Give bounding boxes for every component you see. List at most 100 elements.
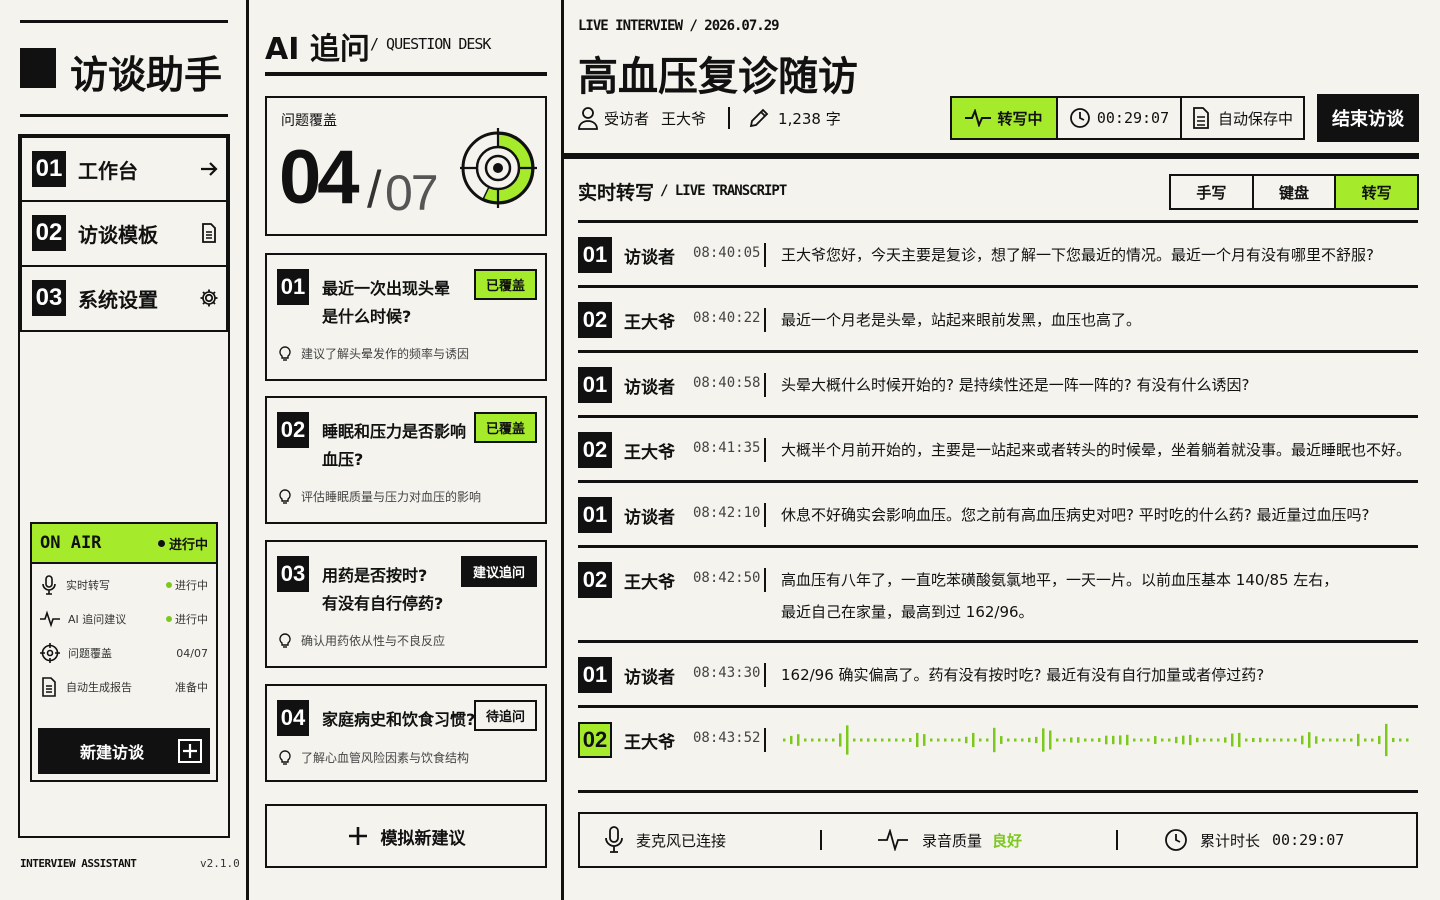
coverage-total: 07 [385, 165, 439, 221]
waveform-bar [832, 738, 835, 742]
on-air-title: ON AIR [40, 533, 102, 553]
transcript-row[interactable]: 01 访谈者 08:40:58 头晕大概什么时候开始的? 是持续性还是一阵一阵的… [578, 353, 1418, 418]
status-badge: 待追问 [473, 700, 537, 731]
speaker-number: 01 [578, 657, 612, 693]
waveform-bar [1399, 738, 1402, 742]
page-title: 高血压复诊随访 [578, 54, 858, 100]
nav-number: 02 [32, 215, 66, 251]
nav-label: 访谈模板 [78, 222, 158, 247]
new-interview-button[interactable]: 新建访谈 [38, 728, 210, 774]
waveform-bar [1063, 738, 1066, 742]
on-air-row-value: 准备中 [175, 681, 208, 694]
document-icon [40, 677, 58, 697]
waveform-bar [958, 738, 961, 742]
speaker-number: 02 [578, 302, 612, 338]
quality-value: 良好 [992, 831, 1023, 850]
waveform-bar [804, 738, 807, 742]
pencil-icon [748, 107, 770, 129]
total-duration: 累计时长 00:29:07 [1118, 828, 1416, 852]
question-title: 家庭病史和饮食习惯? [322, 710, 476, 729]
question-card[interactable]: 03 用药是否按时? 有没有自行停药? 建议追问 确认用药依从性与不良反应 [265, 540, 547, 668]
version-label: v2.1.0 [200, 857, 240, 870]
divider [20, 114, 228, 117]
utterance-text: 头晕大概什么时候开始的? 是持续性还是一阵一阵的? 有没有什么诱因? [781, 376, 1250, 394]
waveform-bar [783, 738, 786, 742]
tab-keyboard[interactable]: 键盘 [1254, 176, 1337, 208]
transcript-title: 实时转写 [578, 182, 655, 204]
on-air-row-value: 进行中 [175, 613, 208, 626]
coverage-separator: / [367, 161, 382, 219]
mode-switcher: 手写 键盘 转写 [1169, 174, 1419, 210]
question-desk-subtitle: / QUESTION DESK [370, 35, 491, 53]
transcript-row[interactable]: 02 王大爷 08:42:50 高血压有八年了，一直吃苯磺酸氨氯地平，一天一片。… [578, 548, 1418, 643]
live-waveform [781, 722, 1413, 758]
question-card[interactable]: 04 家庭病史和饮食习惯? 待追问 了解心血管风险因素与饮食结构 [265, 684, 547, 782]
waveform-bar [1119, 735, 1122, 745]
waveform-bar [1336, 738, 1339, 742]
waveform-bar [1147, 738, 1150, 742]
user-icon [578, 106, 598, 130]
sidebar-item-workbench[interactable]: 01 工作台 [20, 136, 228, 202]
coverage-ring-icon [460, 124, 538, 214]
status-bar: 麦克风已连接 录音质量 良好 累计时长 00:29:07 [578, 812, 1418, 868]
question-hint: 了解心血管风险因素与饮食结构 [279, 749, 469, 766]
waveform-bar [846, 725, 849, 755]
question-title: 睡眠和压力是否影响 血压? [322, 422, 467, 469]
divider [563, 153, 1419, 159]
waveform-bar [1294, 738, 1297, 742]
waveform-bar [1322, 738, 1325, 742]
waveform-bar [853, 738, 856, 742]
clock-icon [1164, 828, 1188, 852]
transcript-row-live[interactable]: 02 王大爷 08:43:52 [578, 708, 1418, 793]
tab-transcribe[interactable]: 转写 [1336, 176, 1418, 208]
waveform-bar [1245, 738, 1248, 742]
transcript-row[interactable]: 02 王大爷 08:40:22 最近一个月老是头晕，站起来眼前发黑，血压也高了。 [578, 288, 1418, 353]
question-number: 02 [277, 412, 309, 448]
waveform-bar [1112, 735, 1115, 745]
tab-handwrite[interactable]: 手写 [1171, 176, 1254, 208]
waveform-bar [1385, 723, 1388, 757]
waveform-bar [1280, 738, 1283, 742]
new-interview-label: 新建访谈 [80, 743, 145, 762]
waveform-bar [902, 738, 905, 742]
waveform-bar [1140, 738, 1143, 742]
waveform-bar [1196, 737, 1199, 743]
transcript-row[interactable]: 01 访谈者 08:43:30 162/96 确实偏高了。药有没有按时吃? 最近… [578, 643, 1418, 708]
waveform-bar [1252, 737, 1255, 743]
waveform-bar [1224, 737, 1227, 743]
timestamp: 08:43:30 [693, 665, 761, 681]
waveform-bar [909, 738, 912, 742]
transcript-row[interactable]: 01 访谈者 08:42:10 休息不好确实会影响血压。您之前有高血压病史对吧?… [578, 483, 1418, 548]
sidebar-item-templates[interactable]: 02 访谈模板 [20, 201, 228, 267]
utterance-text: 最近一个月老是头晕，站起来眼前发黑，血压也高了。 [781, 311, 1142, 329]
speaker-name: 访谈者 [624, 248, 675, 268]
question-card[interactable]: 02 睡眠和压力是否影响 血压? 已覆盖 评估睡眠质量与压力对血压的影响 [265, 396, 547, 524]
utterance-text: 王大爷您好，今天主要是复诊，想了解一下您最近的情况。最近一个月有没有哪里不舒服? [781, 246, 1374, 264]
on-air-row: 实时转写 进行中 [32, 568, 216, 602]
timestamp: 08:40:58 [693, 375, 761, 391]
waveform-bar [1161, 738, 1164, 742]
waveform-bar [1287, 738, 1290, 742]
speaker-name: 访谈者 [624, 508, 675, 528]
autosave-status: 自动保存中 [1182, 98, 1303, 138]
eyebrow: LIVE INTERVIEW / 2026.07.29 [578, 18, 780, 34]
divider [265, 72, 547, 76]
waveform-bar [1105, 735, 1108, 745]
waveform-bar [1329, 738, 1332, 742]
waveform-bar [965, 736, 968, 744]
transcript-row[interactable]: 01 访谈者 08:40:05 王大爷您好，今天主要是复诊，想了解一下您最近的情… [578, 223, 1418, 288]
status-badge: 已覆盖 [473, 269, 537, 300]
speaker-number: 02 [578, 432, 612, 468]
recording-quality: 录音质量 良好 [822, 829, 1116, 851]
question-card[interactable]: 01 最近一次出现头晕 是什么时候? 已覆盖 建议了解头晕发作的频率与诱因 [265, 253, 547, 381]
sidebar-item-settings[interactable]: 03 系统设置 [20, 266, 228, 332]
end-interview-button[interactable]: 结束访谈 [1317, 94, 1419, 142]
waveform-bar [1217, 738, 1220, 742]
waveform-bar [1007, 738, 1010, 742]
waveform-bar [867, 738, 870, 742]
waveform-bar [1168, 738, 1171, 742]
simulate-suggestion-button[interactable]: 模拟新建议 [265, 804, 547, 868]
on-air-row-label: 实时转写 [66, 579, 110, 592]
transcript-row[interactable]: 02 王大爷 08:41:35 大概半个月前开始的，主要是一站起来或者转头的时候… [578, 418, 1418, 483]
waveform-bar [1070, 737, 1073, 743]
